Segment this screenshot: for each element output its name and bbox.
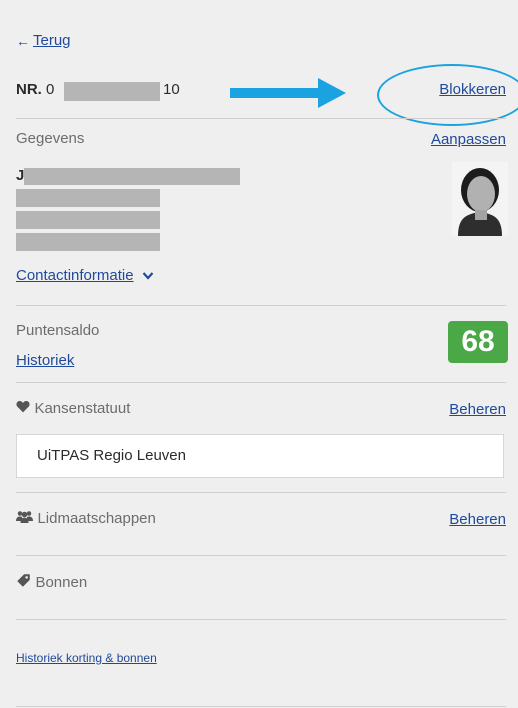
divider [16,382,506,383]
memberships-label: Lidmaatschappen [37,510,156,528]
back-link-label[interactable]: Terug [33,32,71,49]
points-history-link[interactable]: Historiek [16,352,74,369]
contact-info-label[interactable]: Contactinformatie [16,267,134,284]
redacted-card-number [64,82,160,101]
vouchers-heading: Bonnen [16,573,87,593]
redacted-address-line-1 [16,189,160,207]
block-card-link[interactable]: Blokkeren [439,81,506,98]
details-section-label: Gegevens [16,130,85,147]
redacted-address-line-2 [16,211,160,229]
memberships-heading: Lidmaatschappen [16,510,156,528]
divider [16,555,506,556]
user-detail-panel: ← Terug NR. 0 10 Blokkeren Gegevens Aanpa… [0,0,518,708]
points-label: Puntensaldo [16,322,100,339]
annotation-arrow [230,78,346,108]
card-number: NR. 0 [16,81,54,98]
edit-details-link[interactable]: Aanpassen [431,131,506,148]
vouchers-label: Bonnen [35,574,88,592]
divider [16,619,506,620]
back-link[interactable]: ← Terug [16,32,71,50]
kansenstatuut-heading: Kansenstatuut [16,400,130,418]
divider [16,492,506,493]
card-number-prefix: NR. [16,81,42,98]
divider [16,118,506,119]
card-number-start: 0 [46,81,55,98]
kansenstatuut-label: Kansenstatuut [34,400,131,418]
contact-info-toggle[interactable]: Contactinformatie [16,267,154,285]
arrow-left-icon: ← [16,32,30,49]
tag-icon [16,573,31,593]
manage-memberships-link[interactable]: Beheren [449,511,506,528]
card-number-end: 10 [163,81,180,98]
group-icon [16,510,33,528]
redacted-name [24,168,240,185]
avatar [452,162,508,236]
chevron-down-icon [142,267,154,285]
discount-voucher-history-link[interactable]: Historiek korting & bonnen [16,651,157,665]
divider [16,706,506,707]
pass-name-box: UiTPAS Regio Leuven [16,434,504,478]
points-balance-badge: 68 [448,321,508,363]
manage-kansenstatuut-link[interactable]: Beheren [449,401,506,418]
redacted-address-line-3 [16,233,160,251]
divider [16,305,506,306]
heart-icon [16,400,30,418]
